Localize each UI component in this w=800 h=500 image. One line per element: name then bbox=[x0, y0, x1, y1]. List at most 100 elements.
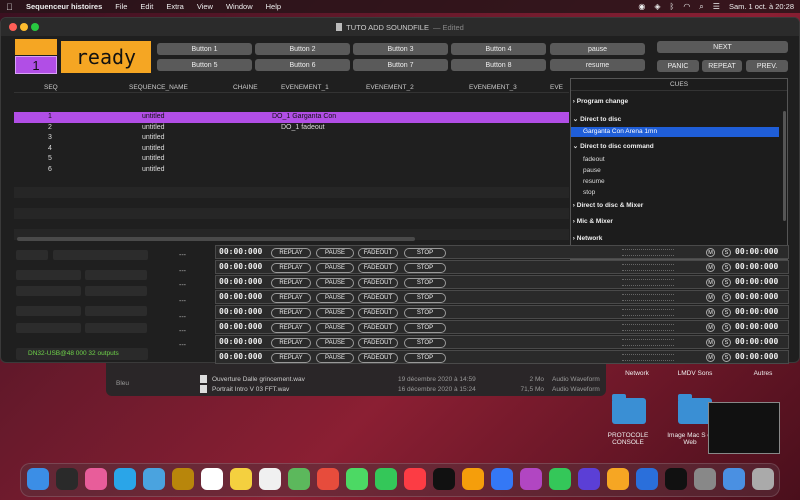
stop-button[interactable]: STOP bbox=[404, 247, 446, 258]
menubar-clock[interactable]: Sam. 1 oct. à 20:28 bbox=[729, 2, 794, 11]
mute-button[interactable]: M bbox=[706, 263, 715, 272]
solo-button[interactable]: S bbox=[722, 293, 731, 302]
file-row[interactable]: Ouverture Dalle grincement.wav 19 décemb… bbox=[106, 374, 606, 384]
fadeout-button[interactable]: FADEOUT bbox=[358, 307, 398, 318]
title-bar[interactable]: TUTO ADD SOUNDFILE — Edited bbox=[1, 18, 799, 36]
solo-button[interactable]: S bbox=[722, 353, 731, 362]
mute-button[interactable]: M bbox=[706, 338, 715, 347]
menu-help[interactable]: Help bbox=[266, 2, 281, 11]
quicktime-icon[interactable] bbox=[636, 468, 658, 490]
cue-group-direct-to-disc-command[interactable]: ⌄ Direct to disc command bbox=[571, 142, 779, 152]
trash-icon[interactable] bbox=[752, 468, 774, 490]
mute-button[interactable]: M bbox=[706, 293, 715, 302]
calendar-icon[interactable] bbox=[201, 468, 223, 490]
button-2[interactable]: Button 2 bbox=[255, 43, 350, 55]
fadeout-button[interactable]: FADEOUT bbox=[358, 247, 398, 258]
button-6[interactable]: Button 6 bbox=[255, 59, 350, 71]
table-row[interactable]: 1 untitled DO_1 Garganta Con bbox=[14, 112, 569, 123]
menu-extra[interactable]: Extra bbox=[166, 2, 184, 11]
field[interactable] bbox=[16, 250, 48, 260]
field[interactable] bbox=[16, 323, 81, 333]
stop-button[interactable]: STOP bbox=[404, 262, 446, 273]
stop-button[interactable]: STOP bbox=[404, 352, 446, 363]
button-1[interactable]: Button 1 bbox=[157, 43, 252, 55]
stop-button[interactable]: STOP bbox=[404, 292, 446, 303]
safari-icon[interactable] bbox=[114, 468, 136, 490]
replay-button[interactable]: REPLAY bbox=[271, 352, 311, 363]
status-icon[interactable]: ◈ bbox=[654, 2, 660, 11]
field[interactable] bbox=[16, 270, 81, 280]
field[interactable] bbox=[53, 250, 148, 260]
field[interactable] bbox=[85, 286, 147, 296]
cue-item-fadeout[interactable]: fadeout bbox=[571, 155, 779, 165]
desktop-label-protocole-console[interactable]: PROTOCOLE CONSOLE bbox=[600, 432, 656, 446]
replay-button[interactable]: REPLAY bbox=[271, 307, 311, 318]
fadeout-button[interactable]: FADEOUT bbox=[358, 322, 398, 333]
mail-icon[interactable] bbox=[143, 468, 165, 490]
repeat-button[interactable]: REPEAT bbox=[702, 60, 742, 72]
maps-icon[interactable] bbox=[288, 468, 310, 490]
tv-icon[interactable] bbox=[433, 468, 455, 490]
status-icon[interactable]: ◉ bbox=[638, 2, 645, 11]
pause-button[interactable]: PAUSE bbox=[316, 292, 354, 303]
col-evenement-1[interactable]: EVENEMENT_1 bbox=[281, 84, 329, 91]
cue-item-stop[interactable]: stop bbox=[571, 188, 779, 198]
cue-group-program-change[interactable]: › Program change bbox=[571, 97, 779, 107]
stop-button[interactable]: STOP bbox=[404, 307, 446, 318]
fadeout-button[interactable]: FADEOUT bbox=[358, 277, 398, 288]
table-row[interactable]: 6 untitled bbox=[14, 165, 569, 176]
photos-icon[interactable] bbox=[85, 468, 107, 490]
reminders-icon[interactable] bbox=[259, 468, 281, 490]
photo-booth-icon[interactable] bbox=[317, 468, 339, 490]
field[interactable] bbox=[85, 270, 147, 280]
menu-app-name[interactable]: Sequenceur histoires bbox=[26, 2, 102, 11]
pause-button[interactable]: PAUSE bbox=[316, 352, 354, 363]
close-button[interactable] bbox=[9, 23, 17, 31]
cue-item-pause[interactable]: pause bbox=[571, 166, 779, 176]
replay-button[interactable]: REPLAY bbox=[271, 337, 311, 348]
notes-icon[interactable] bbox=[230, 468, 252, 490]
stop-button[interactable]: STOP bbox=[404, 277, 446, 288]
apple-icon[interactable]:  bbox=[6, 2, 16, 12]
replay-button[interactable]: REPLAY bbox=[271, 277, 311, 288]
menu-edit[interactable]: Edit bbox=[140, 2, 153, 11]
cue-group-mic-mixer[interactable]: › Mic & Mixer bbox=[571, 217, 779, 227]
solo-button[interactable]: S bbox=[722, 278, 731, 287]
replay-button[interactable]: REPLAY bbox=[271, 262, 311, 273]
next-button[interactable]: NEXT bbox=[657, 41, 788, 53]
cue-group-direct-to-disc[interactable]: ⌄ Direct to disc bbox=[571, 115, 779, 125]
desktop-label-lmdv-sons[interactable]: LMDV Sons bbox=[670, 370, 720, 377]
col-sequence-name[interactable]: SEQUENCE_NAME bbox=[129, 84, 188, 91]
solo-button[interactable]: S bbox=[722, 338, 731, 347]
button-5[interactable]: Button 5 bbox=[157, 59, 252, 71]
col-evenement-4[interactable]: EVE bbox=[550, 84, 563, 91]
preview-icon[interactable] bbox=[723, 468, 745, 490]
button-7[interactable]: Button 7 bbox=[353, 59, 448, 71]
menu-window[interactable]: Window bbox=[226, 2, 253, 11]
panic-button[interactable]: PANIC bbox=[657, 60, 699, 72]
bluetooth-icon[interactable]: ᛒ bbox=[670, 2, 675, 11]
button-8[interactable]: Button 8 bbox=[451, 59, 546, 71]
folder-icon[interactable] bbox=[612, 394, 646, 424]
mute-button[interactable]: M bbox=[706, 248, 715, 257]
field[interactable] bbox=[16, 306, 81, 316]
finder-icon[interactable] bbox=[27, 468, 49, 490]
solo-button[interactable]: S bbox=[722, 263, 731, 272]
podcasts-icon[interactable] bbox=[520, 468, 542, 490]
col-seq[interactable]: SEQ bbox=[44, 84, 58, 91]
button-3[interactable]: Button 3 bbox=[353, 43, 448, 55]
mute-button[interactable]: M bbox=[706, 353, 715, 362]
replay-button[interactable]: REPLAY bbox=[271, 247, 311, 258]
music-icon[interactable] bbox=[404, 468, 426, 490]
contacts-icon[interactable] bbox=[172, 468, 194, 490]
mute-button[interactable]: M bbox=[706, 278, 715, 287]
table-row[interactable]: 5 untitled bbox=[14, 154, 569, 165]
field[interactable] bbox=[85, 306, 147, 316]
logic-icon[interactable] bbox=[578, 468, 600, 490]
pause-button[interactable]: PAUSE bbox=[316, 337, 354, 348]
desktop-label-network[interactable]: Network bbox=[617, 370, 657, 377]
desktop-label-autres[interactable]: Autres bbox=[745, 370, 781, 377]
table-row[interactable]: 2 untitled DO_1 fadeout bbox=[14, 123, 569, 134]
fadeout-button[interactable]: FADEOUT bbox=[358, 337, 398, 348]
table-row[interactable]: 4 untitled bbox=[14, 144, 569, 155]
